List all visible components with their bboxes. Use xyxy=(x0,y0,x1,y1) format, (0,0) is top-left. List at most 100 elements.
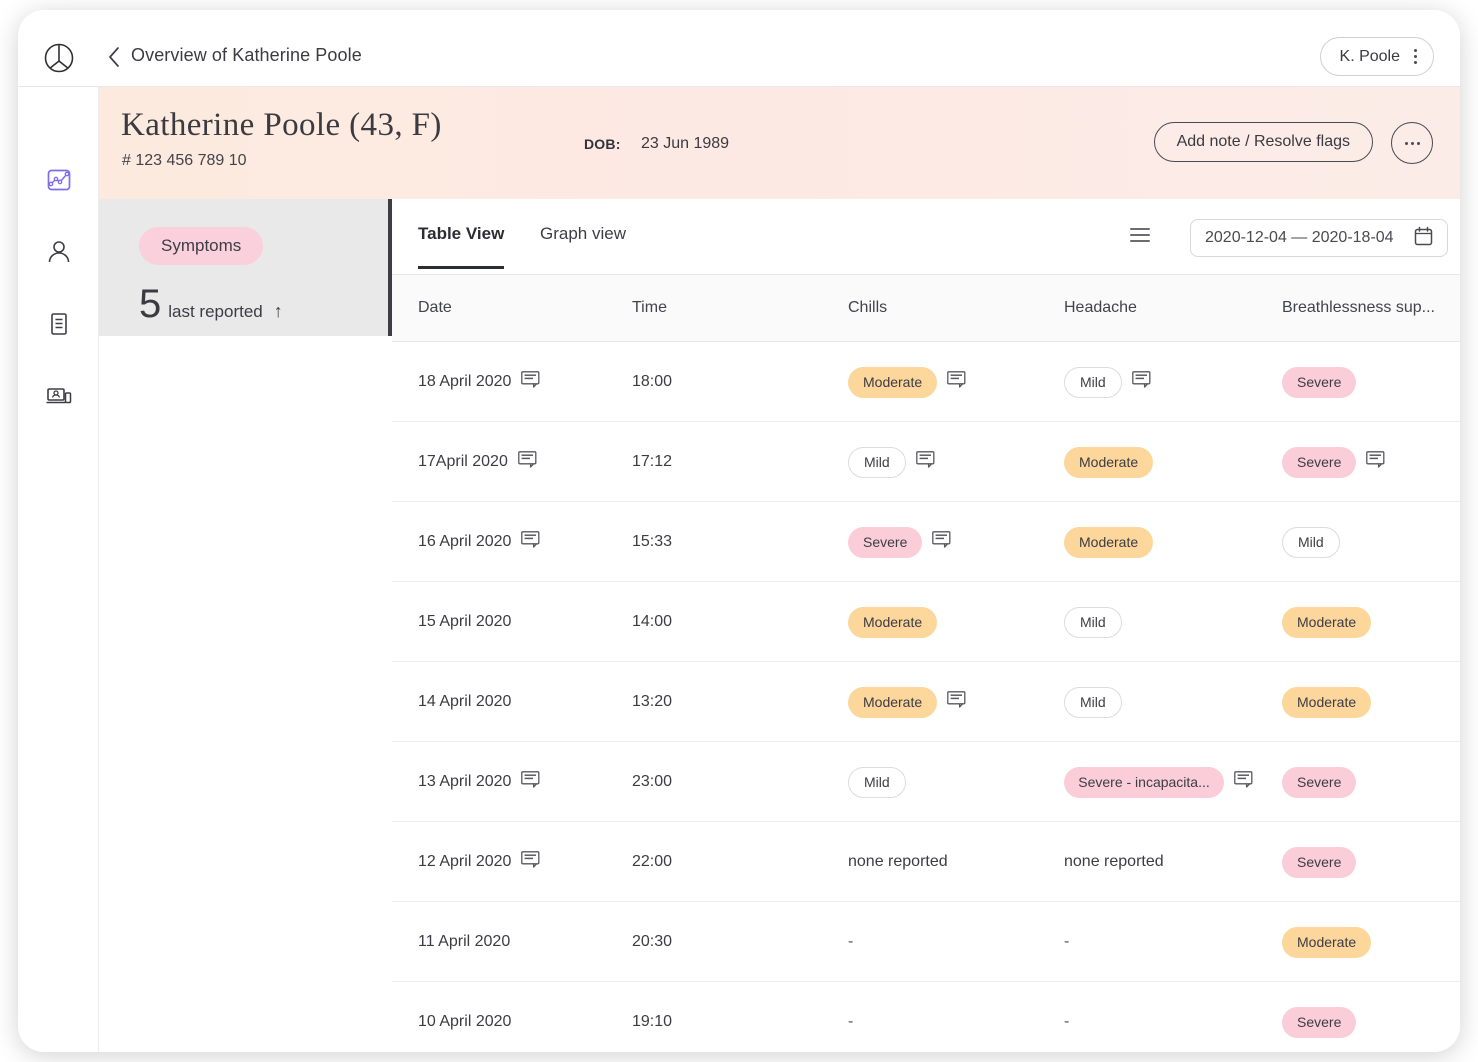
note-icon xyxy=(1366,451,1385,468)
headache-note-icon[interactable] xyxy=(1131,371,1151,393)
table-row[interactable]: 10 April 2020 19:10 - - Severe xyxy=(392,982,1460,1052)
headache-value: - xyxy=(1064,1013,1070,1030)
breathlessness-badge[interactable]: Severe xyxy=(1282,366,1357,398)
date-range-picker[interactable]: 2020-12-04 — 2020-18-04 xyxy=(1190,219,1448,257)
table-row[interactable]: 11 April 2020 20:30 - - Moderate xyxy=(392,902,1460,982)
chills-badge[interactable]: Severe xyxy=(848,526,923,558)
note-icon xyxy=(517,451,537,468)
table-row[interactable]: 16 April 2020 15:33 Severe Moderate Mild xyxy=(392,502,1460,582)
headache-badge[interactable]: Severe - incapacita... xyxy=(1064,766,1224,798)
breathlessness-badge[interactable]: Severe xyxy=(1282,446,1357,478)
cell-chills: - xyxy=(848,902,853,982)
chills-note-icon[interactable] xyxy=(947,371,966,393)
breathlessness-badge[interactable]: Severe xyxy=(1282,846,1357,878)
cell-date: 14 April 2020 xyxy=(418,662,511,742)
chills-value: none reported xyxy=(848,853,948,870)
arrow-up-icon: ↑ xyxy=(273,301,283,321)
note-icon xyxy=(521,771,540,788)
date-value: 18 April 2020 xyxy=(418,373,512,390)
date-note-icon[interactable] xyxy=(521,531,540,553)
chills-badge[interactable]: Moderate xyxy=(848,686,938,718)
cell-headache: Moderate xyxy=(1064,502,1154,582)
kebab-vertical-icon[interactable] xyxy=(1414,49,1417,64)
time-value: 15:33 xyxy=(632,533,673,550)
table-row[interactable]: 12 April 2020 22:00 none reported none repo… xyxy=(392,822,1460,902)
table-row[interactable]: 15 April 2020 14:00 Moderate Mild Moderate xyxy=(392,582,1460,662)
person-icon xyxy=(48,241,70,263)
chills-note-icon[interactable] xyxy=(932,531,951,553)
note-icon xyxy=(915,451,935,468)
hamburger-icon[interactable] xyxy=(1130,228,1150,242)
cell-date: 16 April 2020 xyxy=(418,502,540,582)
chart-line-icon xyxy=(47,169,71,191)
cell-date: 17April 2020 xyxy=(418,422,537,502)
sidebar-item-analytics[interactable] xyxy=(42,163,76,197)
chills-badge[interactable]: Mild xyxy=(848,766,906,798)
headache-badge[interactable]: Mild xyxy=(1064,366,1122,398)
chills-badge[interactable]: Mild xyxy=(848,446,906,478)
date-note-icon[interactable] xyxy=(521,371,540,393)
cell-time: 23:00 xyxy=(632,742,672,822)
headache-badge[interactable]: Moderate xyxy=(1064,446,1154,478)
symptoms-count: 5 xyxy=(139,282,162,326)
note-icon xyxy=(947,691,966,708)
breathlessness-badge[interactable]: Moderate xyxy=(1282,926,1372,958)
breathlessness-badge[interactable]: Severe xyxy=(1282,1006,1357,1038)
table-row[interactable]: 14 April 2020 13:20 Moderate Mild Moderate xyxy=(392,662,1460,742)
sidebar-item-telehealth[interactable] xyxy=(42,379,76,413)
sidebar-item-records[interactable] xyxy=(42,307,76,341)
headache-note-icon[interactable] xyxy=(1234,771,1253,793)
chills-badge[interactable]: Moderate xyxy=(848,606,938,638)
cell-date: 15 April 2020 xyxy=(418,582,511,662)
date-value: 12 April 2020 xyxy=(418,853,512,870)
headache-badge[interactable]: Mild xyxy=(1064,606,1122,638)
patient-id: # 123 456 789 10 xyxy=(122,152,247,169)
add-note-resolve-flags-button[interactable]: Add note / Resolve flags xyxy=(1153,122,1373,162)
cell-breathlessness: Severe xyxy=(1282,742,1357,822)
column-header-breathlessness[interactable]: Breathlessness sup... xyxy=(1282,299,1435,317)
headache-badge[interactable]: Moderate xyxy=(1064,526,1154,558)
tab-table-view[interactable]: Table View xyxy=(418,224,505,269)
date-note-icon[interactable] xyxy=(521,851,540,873)
table-row[interactable]: 13 April 2020 23:00 Mild Severe - incapacit… xyxy=(392,742,1460,822)
cell-headache: Mild xyxy=(1064,662,1122,742)
breathlessness-badge[interactable]: Moderate xyxy=(1282,686,1372,718)
cell-date: 12 April 2020 xyxy=(418,822,540,902)
date-note-icon[interactable] xyxy=(517,451,537,473)
content-area: Table View Graph view 2020-12-04 — 2020-… xyxy=(392,199,1460,1052)
table-row[interactable]: 17April 2020 17:12 Mild Moderate Severe xyxy=(392,422,1460,502)
cell-headache: Mild xyxy=(1064,342,1151,422)
date-value: 13 April 2020 xyxy=(418,773,512,790)
breathlessness-note-icon[interactable] xyxy=(1366,451,1385,473)
headache-value: - xyxy=(1064,933,1070,950)
patient-name: Katherine Poole (43, F) xyxy=(121,107,442,143)
table-row[interactable]: 18 April 2020 18:00 Moderate Mild Severe xyxy=(392,342,1460,422)
symptoms-pill[interactable]: Symptoms xyxy=(139,227,264,265)
chevron-left-icon[interactable] xyxy=(108,46,122,68)
date-note-icon[interactable] xyxy=(521,771,540,793)
column-header-headache[interactable]: Headache xyxy=(1064,299,1137,317)
column-header-date[interactable]: Date xyxy=(418,299,452,317)
tab-graph-view[interactable]: Graph view xyxy=(540,224,626,244)
banner-more-button[interactable] xyxy=(1391,122,1433,164)
chills-badge[interactable]: Moderate xyxy=(848,366,938,398)
column-header-chills[interactable]: Chills xyxy=(848,299,887,317)
breathlessness-badge[interactable]: Moderate xyxy=(1282,606,1372,638)
symptoms-stat-row: 5 last reported ↑ xyxy=(139,284,283,324)
column-header-time[interactable]: Time xyxy=(632,299,667,317)
headache-badge[interactable]: Mild xyxy=(1064,686,1122,718)
view-tab-bar: Table View Graph view 2020-12-04 — 2020-… xyxy=(392,199,1460,275)
user-menu-chip[interactable]: K. Poole xyxy=(1319,37,1434,76)
breathlessness-badge[interactable]: Mild xyxy=(1282,526,1340,558)
calendar-icon[interactable] xyxy=(1414,226,1433,251)
breathlessness-badge[interactable]: Severe xyxy=(1282,766,1357,798)
page-title: Overview of Katherine Poole xyxy=(131,45,362,65)
chills-note-icon[interactable] xyxy=(947,691,966,713)
cell-date: 13 April 2020 xyxy=(418,742,540,822)
peace-circle-logo-icon[interactable] xyxy=(44,43,74,73)
time-value: 20:30 xyxy=(632,933,673,950)
sidebar-item-patient[interactable] xyxy=(42,235,76,269)
cell-breathlessness: Moderate xyxy=(1282,902,1372,982)
dob-value: 23 Jun 1989 xyxy=(641,135,730,152)
chills-note-icon[interactable] xyxy=(915,451,935,473)
